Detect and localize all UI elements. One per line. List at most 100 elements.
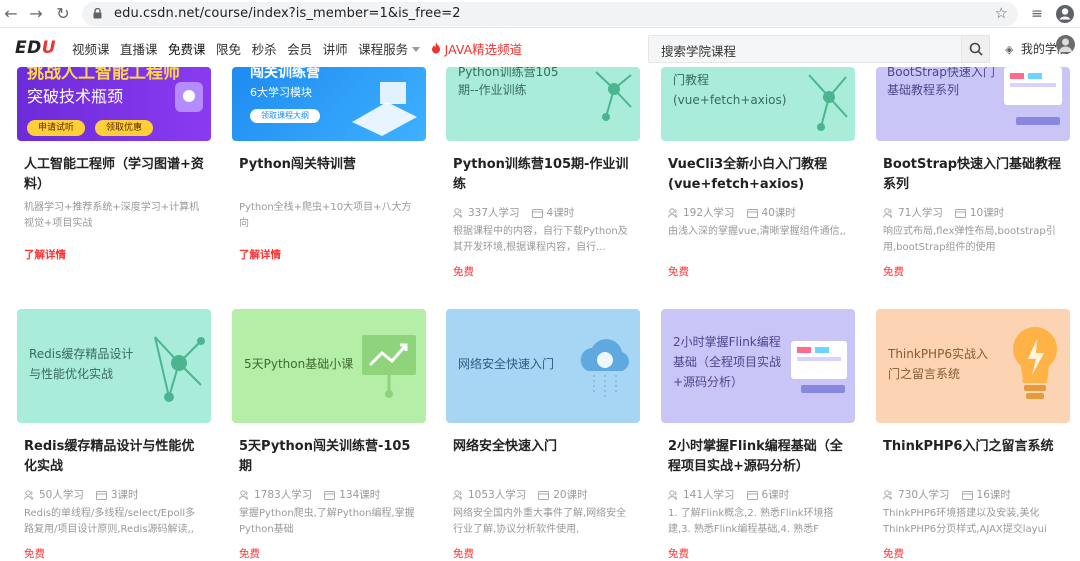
course-desc: 1. 了解Flink概念,2. 熟悉Flink环境搭建,3. 熟悉Flink编程… <box>668 508 834 535</box>
course-thumbnail[interactable]: BootStrap快速入门 基础教程系列 <box>876 67 1070 141</box>
course-thumbnail[interactable]: 网络安全快速入门 <box>446 309 640 423</box>
network-illustration-icon <box>808 74 848 131</box>
lesson-count: 16课时 <box>976 489 1011 501</box>
course-thumbnail[interactable]: Redis缓存精品设计 与性能优化实战 <box>17 309 211 423</box>
nav-free[interactable]: 免费课 <box>168 39 206 58</box>
users-icon <box>239 489 249 500</box>
course-desc: 掌握Python爬虫,了解Python编程,掌握Python基础 <box>239 508 415 535</box>
nav-video[interactable]: 视频课 <box>72 39 110 58</box>
course-desc: 机器学习+推荐系统+深度学习+计算机视觉+项目实战 <box>24 202 200 229</box>
price-badge: 免费 <box>883 548 904 560</box>
chevron-down-icon <box>412 46 421 52</box>
student-count: 141人学习 <box>683 489 735 501</box>
calendar-icon <box>538 490 550 500</box>
profile-icon[interactable] <box>1054 3 1076 25</box>
network-illustration-icon <box>595 71 632 121</box>
lock-icon <box>93 8 102 19</box>
course-desc: 响应式布局,flex弹性布局,bootstrap引用,bootStrap组件的使… <box>883 226 1056 253</box>
course-title[interactable]: Python训练营105期-作业训练 <box>453 155 633 195</box>
course-title[interactable]: 人工智能工程师（学习图谱+资料） <box>24 155 204 195</box>
course-desc: 网络安全国内外重大事件了解,网络安全行业了解,协议分析软件使用, <box>453 508 627 535</box>
calendar-icon <box>95 490 107 500</box>
course-title[interactable]: 2小时掌握Flink编程基础（全程项目实战+源码分析） <box>668 437 848 477</box>
course-thumbnail[interactable]: 5天Python基础小课 <box>232 309 426 423</box>
lesson-count: 6课时 <box>761 489 790 501</box>
student-count: 337人学习 <box>468 207 520 219</box>
course-card[interactable]: ThinkPHP6实战入 门之留言系统 ThinkPHP6入门之留言系统 730… <box>876 309 1070 560</box>
calendar-icon <box>531 208 543 218</box>
bookmark-star-icon[interactable]: ☆ <box>995 4 1008 22</box>
back-icon[interactable]: ← <box>0 3 22 25</box>
course-card[interactable]: Redis缓存精品设计 与性能优化实战 Redis缓存精品设计与性能优化实战 5… <box>17 309 211 560</box>
users-icon <box>883 207 893 218</box>
course-card[interactable]: Python训练营105 期--作业训练 Python训练营105期-作业训练 … <box>446 67 640 287</box>
calendar-icon <box>746 490 758 500</box>
users-icon <box>668 489 678 500</box>
url-text[interactable]: edu.csdn.net/course/index?is_member=1&is… <box>114 6 461 21</box>
price-badge: 免费 <box>883 266 904 278</box>
nav-limited-free[interactable]: 限免 <box>216 39 241 58</box>
course-card[interactable]: 5天Python基础小课 5天Python闯关训练营-105期 1783人学习 … <box>232 309 426 560</box>
student-count: 50人学习 <box>39 489 84 501</box>
course-thumbnail[interactable]: 挑战人工智能工程师 突破技术瓶颈 申请试听 领取优惠 <box>17 67 211 141</box>
course-card[interactable]: 2小时掌握Flink编程 基础（全程项目实战 +源码分析） 2小时掌握Flink… <box>661 309 855 560</box>
presentation-board-icon <box>362 335 416 398</box>
price-badge: 免费 <box>453 266 474 278</box>
course-thumbnail[interactable]: 2小时掌握Flink编程 基础（全程项目实战 +源码分析） <box>661 309 855 423</box>
course-card[interactable]: BootStrap快速入门 基础教程系列 BootStrap快速入门基础教程系列… <box>876 67 1070 287</box>
detail-link[interactable]: 了解详情 <box>239 247 281 262</box>
student-count: 730人学习 <box>898 489 950 501</box>
users-icon <box>453 489 463 500</box>
detail-link[interactable]: 了解详情 <box>24 247 66 262</box>
lesson-count: 20课时 <box>553 489 588 501</box>
course-title[interactable]: Python闯关特训营 <box>239 155 419 175</box>
price-badge: 免费 <box>453 548 474 560</box>
course-title[interactable]: 5天Python闯关训练营-105期 <box>239 437 419 477</box>
course-title[interactable]: BootStrap快速入门基础教程系列 <box>883 155 1063 195</box>
edu-logo[interactable]: EDU <box>15 38 56 58</box>
calendar-icon <box>324 490 336 500</box>
reload-icon[interactable]: ↻ <box>52 3 74 25</box>
course-thumbnail[interactable]: Python训练营105 期--作业训练 <box>446 67 640 141</box>
course-desc: 根据课程中的内容，自行下载Python及其开发环境,根据课程内容，自行... <box>453 226 628 253</box>
site-header: EDU 视频课 直播课 免费课 限免 秒杀 会员 讲师 课程服务 JAVA精选频… <box>0 29 1080 67</box>
users-icon <box>668 207 678 218</box>
nav-java-channel[interactable]: JAVA精选频道 <box>431 39 522 58</box>
reading-list-icon[interactable]: ≡ <box>1026 3 1048 25</box>
course-title[interactable]: 网络安全快速入门 <box>453 437 633 457</box>
nav-lecturer[interactable]: 讲师 <box>323 39 348 58</box>
course-card[interactable]: 门教程 (vue+fetch+axios) VueCli3全新小白入门教程(vu… <box>661 67 855 287</box>
address-bar[interactable]: edu.csdn.net/course/index?is_member=1&is… <box>82 2 1018 26</box>
course-title[interactable]: Redis缓存精品设计与性能优化实战 <box>24 437 204 477</box>
course-thumbnail[interactable]: 闯关训练营 6大学习模块 领取课程大纲 <box>232 67 426 141</box>
course-desc: ThinkPHP6环境搭建以及安装,美化ThinkPHP6分页样式,AJAX提交… <box>883 508 1047 535</box>
lesson-count: 10课时 <box>969 207 1005 219</box>
avatar[interactable] <box>1056 35 1075 54</box>
users-icon <box>24 489 34 500</box>
price-badge: 免费 <box>24 548 45 560</box>
course-card[interactable]: 挑战人工智能工程师 突破技术瓶颈 申请试听 领取优惠 人工智能工程师（学习图谱+… <box>17 67 211 267</box>
lightbulb-icon <box>1012 326 1058 399</box>
calendar-icon <box>961 490 973 500</box>
student-count: 192人学习 <box>683 207 735 219</box>
nav-course-service[interactable]: 课程服务 <box>358 39 421 58</box>
course-thumbnail[interactable]: 门教程 (vue+fetch+axios) <box>661 67 855 141</box>
forward-icon[interactable]: → <box>25 3 47 25</box>
price-badge: 免费 <box>668 266 689 278</box>
price-badge: 免费 <box>239 548 260 560</box>
course-card[interactable]: 网络安全快速入门 网络安全快速入门 1053人学习 20课时 网络安全国内外重大… <box>446 309 640 560</box>
users-icon <box>883 489 893 500</box>
graduation-cap-icon: ◈ <box>1005 43 1014 56</box>
search-button[interactable] <box>962 35 990 63</box>
main-nav: 视频课 直播课 免费课 限免 秒杀 会员 讲师 课程服务 JAVA精选频道 <box>72 29 533 67</box>
search-input[interactable]: 搜索学院课程 <box>648 35 962 63</box>
course-title[interactable]: ThinkPHP6入门之留言系统 <box>883 437 1063 457</box>
nav-live[interactable]: 直播课 <box>120 39 158 58</box>
users-icon <box>453 207 463 218</box>
course-title[interactable]: VueCli3全新小白入门教程(vue+fetch+axios) <box>668 155 848 195</box>
course-card[interactable]: 闯关训练营 6大学习模块 领取课程大纲 Python闯关特训营 Python全栈… <box>232 67 426 267</box>
nav-member[interactable]: 会员 <box>287 39 312 58</box>
nav-flash-sale[interactable]: 秒杀 <box>252 39 277 58</box>
calendar-icon <box>746 208 758 218</box>
course-thumbnail[interactable]: ThinkPHP6实战入 门之留言系统 <box>876 309 1070 423</box>
